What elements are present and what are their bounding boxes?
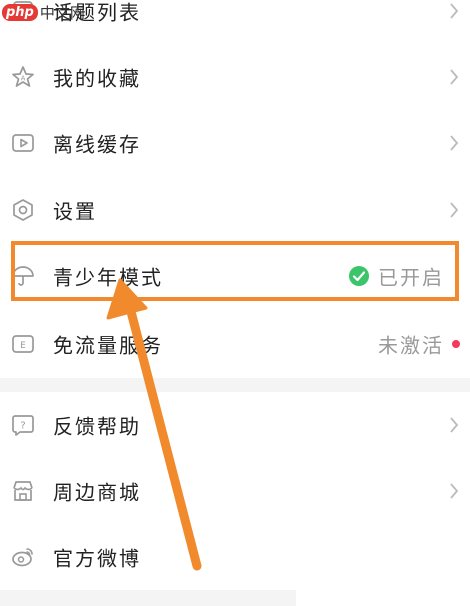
chevron-right-icon xyxy=(448,133,460,153)
weibo-icon xyxy=(10,544,36,570)
offline-cache-play-icon xyxy=(10,130,36,156)
menu-item-weibo[interactable]: 官方微博 xyxy=(0,524,470,590)
data-free-status: 未激活 xyxy=(378,333,444,358)
youth-mode-status: 已开启 xyxy=(378,265,444,290)
unread-dot xyxy=(452,340,460,348)
chevron-right-icon xyxy=(448,481,460,501)
shop-icon xyxy=(10,478,36,504)
chevron-right-icon xyxy=(448,67,460,87)
svg-text:?: ? xyxy=(20,421,25,432)
watermark-text: 中文网 xyxy=(39,3,85,22)
menu-item-label: 离线缓存 xyxy=(53,132,141,157)
feedback-help-icon: ? xyxy=(10,412,36,438)
data-free-icon: E xyxy=(10,331,36,357)
menu-item-favorites[interactable]: A 我的收藏 xyxy=(0,44,470,110)
menu-item-label: 免流量服务 xyxy=(53,333,163,358)
menu-item-label: 设置 xyxy=(53,199,97,224)
menu-item-feedback-help[interactable]: ? 反馈帮助 xyxy=(0,392,470,458)
menu-item-offline-cache[interactable]: 离线缓存 xyxy=(0,110,470,176)
chevron-right-icon xyxy=(448,200,460,220)
menu-item-shop[interactable]: 周边商城 xyxy=(0,458,470,524)
menu-item-youth-mode[interactable]: 青少年模式 已开启 xyxy=(0,243,470,309)
menu-item-label: 周边商城 xyxy=(53,480,141,505)
menu-item-label: 我的收藏 xyxy=(53,66,141,91)
check-circle-icon xyxy=(348,265,370,287)
section-divider xyxy=(0,378,470,392)
umbrella-icon xyxy=(10,263,36,289)
settings-hexagon-icon xyxy=(10,197,36,223)
bottom-divider xyxy=(0,590,296,606)
watermark: php 中文网 xyxy=(0,0,85,24)
svg-text:E: E xyxy=(20,341,26,351)
chevron-right-icon xyxy=(448,1,460,21)
chevron-right-icon xyxy=(448,415,460,435)
favorites-star-icon: A xyxy=(10,64,36,90)
settings-screen: 话题列表 A 我的收藏 离线缓存 设置 青少年模式 已开启 E 免流量服务 未激… xyxy=(0,0,470,606)
menu-item-label: 反馈帮助 xyxy=(53,414,141,439)
menu-item-data-free[interactable]: E 免流量服务 未激活 xyxy=(0,311,470,377)
menu-item-settings[interactable]: 设置 xyxy=(0,177,470,243)
menu-item-label: 官方微博 xyxy=(53,546,141,571)
watermark-logo: php xyxy=(2,3,38,21)
svg-text:A: A xyxy=(21,75,26,83)
menu-item-label: 青少年模式 xyxy=(53,265,163,290)
